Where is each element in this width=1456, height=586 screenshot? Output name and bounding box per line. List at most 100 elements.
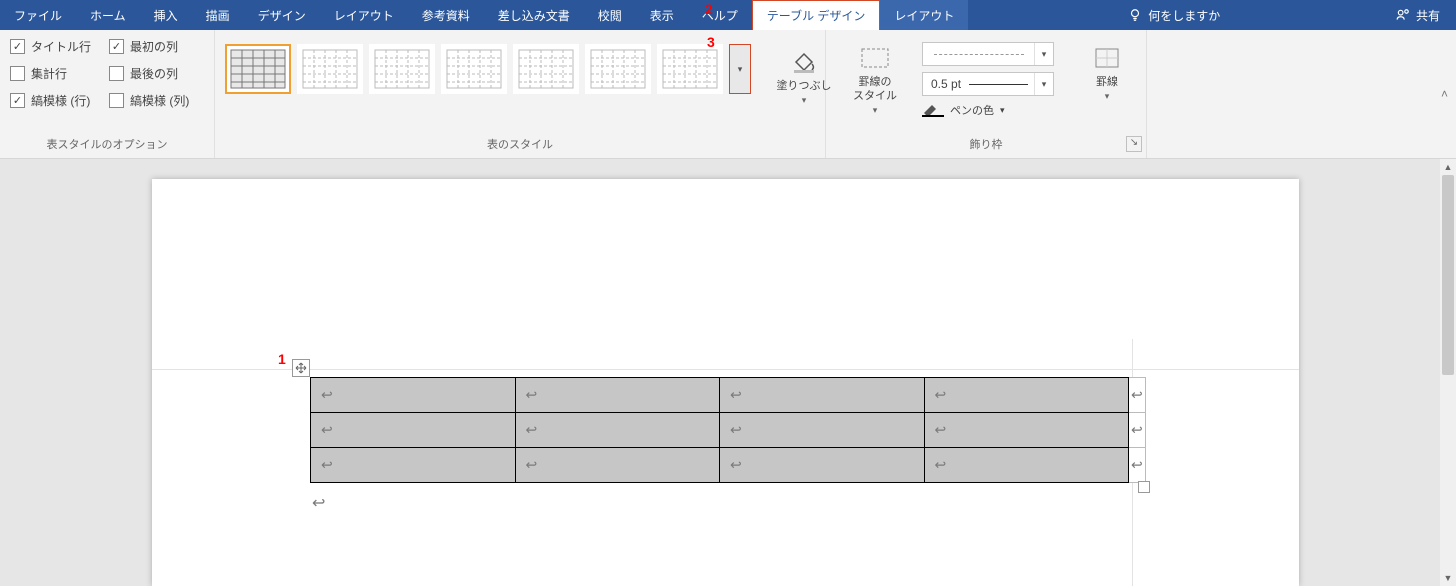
table-cell[interactable]: ↩ xyxy=(924,413,1129,448)
paragraph-mark-icon: ↩ xyxy=(312,493,325,513)
menu-references[interactable]: 参考資料 xyxy=(408,0,484,30)
chevron-down-icon: ▾ xyxy=(1000,105,1005,116)
cell-end-mark-icon: ↩ xyxy=(935,422,947,439)
table-cell[interactable]: ↩ xyxy=(311,413,516,448)
scroll-thumb[interactable] xyxy=(1442,175,1454,375)
table-cell[interactable]: ↩ xyxy=(924,378,1129,413)
menu-review[interactable]: 校閲 xyxy=(584,0,636,30)
table-row[interactable]: ↩ ↩ ↩ ↩ ↩ xyxy=(311,413,1146,448)
menu-insert[interactable]: 挿入 xyxy=(140,0,192,30)
chk-last-col-label: 最後の列 xyxy=(130,65,178,82)
chk-banded-cols[interactable]: 縞模様 (列) xyxy=(109,92,189,109)
line-style-preview xyxy=(934,54,1024,55)
border-line-style-select[interactable]: ▾ xyxy=(922,42,1054,66)
cell-end-mark-icon: ↩ xyxy=(526,457,538,474)
tell-me-search[interactable]: 何をしますか xyxy=(1112,0,1236,30)
row-end-mark: ↩ xyxy=(1129,378,1146,413)
cell-end-mark-icon: ↩ xyxy=(935,387,947,404)
table-row[interactable]: ↩ ↩ ↩ ↩ ↩ xyxy=(311,448,1146,483)
cell-end-mark-icon: ↩ xyxy=(321,422,333,439)
table-cell[interactable]: ↩ xyxy=(515,448,720,483)
menu-draw[interactable]: 描画 xyxy=(192,0,244,30)
border-width-select[interactable]: 0.5 pt ▾ xyxy=(922,72,1054,96)
menu-table-design[interactable]: テーブル デザイン xyxy=(752,0,881,30)
menu-design[interactable]: デザイン xyxy=(244,0,320,30)
pen-color-label: ペンの色 xyxy=(950,102,994,118)
chk-first-col[interactable]: 最初の列 xyxy=(109,38,189,55)
share-button[interactable]: 共有 xyxy=(1380,0,1456,30)
cell-end-mark-icon: ↩ xyxy=(526,387,538,404)
chevron-down-icon: ▾ xyxy=(1105,91,1110,102)
ribbon: タイトル行 集計行 縞模様 (行) 最初の列 最後の列 xyxy=(0,30,1456,159)
group-borders: 罫線の スタイル ▾ ▾ 0.5 pt ▾ xyxy=(826,30,1147,158)
borders-icon xyxy=(1094,44,1120,72)
menu-home[interactable]: ホーム xyxy=(76,0,140,30)
table-cell[interactable]: ↩ xyxy=(720,448,925,483)
table-style-thumb[interactable] xyxy=(657,44,723,94)
group-label-borders: 飾り枠 xyxy=(826,132,1146,158)
document-workspace: 1 ↩ ↩ ↩ ↩ ↩ ↩ ↩ ↩ ↩ ↩ ↩ ↩ ↩ xyxy=(0,159,1456,586)
table-move-handle[interactable] xyxy=(292,359,310,377)
dialog-launcher[interactable]: ↘ xyxy=(1126,136,1142,152)
table-style-thumb[interactable] xyxy=(441,44,507,94)
menu-view[interactable]: 表示 xyxy=(636,0,688,30)
gallery-more-button[interactable]: ▾ xyxy=(729,44,751,94)
table-style-thumb[interactable] xyxy=(513,44,579,94)
table-cell[interactable]: ↩ xyxy=(924,448,1129,483)
row-end-mark: ↩ xyxy=(1129,413,1146,448)
chk-total-row[interactable]: 集計行 xyxy=(10,65,91,82)
menu-table-layout[interactable]: レイアウト xyxy=(880,0,968,30)
pen-color-button[interactable]: ペンの色 ▾ xyxy=(922,102,1054,118)
document-page[interactable]: 1 ↩ ↩ ↩ ↩ ↩ ↩ ↩ ↩ ↩ ↩ ↩ ↩ ↩ xyxy=(152,179,1299,586)
chk-header-row[interactable]: タイトル行 xyxy=(10,38,91,55)
chk-first-col-label: 最初の列 xyxy=(130,38,178,55)
scroll-track[interactable] xyxy=(1440,175,1456,570)
shading-label: 塗りつぶし xyxy=(776,80,831,94)
menu-file[interactable]: ファイル xyxy=(0,0,76,30)
chk-last-col[interactable]: 最後の列 xyxy=(109,65,189,82)
chk-banded-rows[interactable]: 縞模様 (行) xyxy=(10,92,91,109)
table-cell[interactable]: ↩ xyxy=(515,378,720,413)
table-cell[interactable]: ↩ xyxy=(720,413,925,448)
vertical-scrollbar[interactable]: ▲ ▼ xyxy=(1440,159,1456,586)
table-style-thumb[interactable] xyxy=(369,44,435,94)
collapse-ribbon-button[interactable]: ˄ xyxy=(1441,87,1448,101)
chevron-down-icon: ▾ xyxy=(1034,43,1053,65)
table-row[interactable]: ↩ ↩ ↩ ↩ ↩ xyxy=(311,378,1146,413)
menu-help[interactable]: ヘルプ xyxy=(688,0,752,30)
document-table[interactable]: ↩ ↩ ↩ ↩ ↩ ↩ ↩ ↩ ↩ ↩ ↩ ↩ ↩ ↩ ↩ xyxy=(310,377,1146,483)
chevron-down-icon: ▾ xyxy=(802,95,807,106)
border-styles-label: 罫線の スタイル xyxy=(853,76,897,104)
borders-button[interactable]: 罫線 ▾ xyxy=(1068,40,1146,102)
checkbox-icon xyxy=(10,66,25,81)
table-style-thumb[interactable] xyxy=(585,44,651,94)
menu-layout[interactable]: レイアウト xyxy=(320,0,408,30)
table-cell[interactable]: ↩ xyxy=(311,378,516,413)
scroll-down-button[interactable]: ▼ xyxy=(1440,570,1456,586)
chk-banded-cols-label: 縞模様 (列) xyxy=(130,92,189,109)
checkbox-icon xyxy=(109,39,124,54)
share-icon xyxy=(1396,8,1410,22)
group-label-options: 表スタイルのオプション xyxy=(0,132,214,158)
cell-end-mark-icon: ↩ xyxy=(730,422,742,439)
row-end-mark: ↩ xyxy=(1129,448,1146,483)
group-table-style-options: タイトル行 集計行 縞模様 (行) 最初の列 最後の列 xyxy=(0,30,215,158)
cell-end-mark-icon: ↩ xyxy=(1131,457,1143,474)
table-style-thumb[interactable] xyxy=(297,44,363,94)
menu-spacer xyxy=(968,0,1112,30)
table-cell[interactable]: ↩ xyxy=(720,378,925,413)
border-style-icon xyxy=(860,44,890,72)
checkbox-icon xyxy=(10,93,25,108)
table-resize-handle[interactable] xyxy=(1138,481,1150,493)
table-style-thumb[interactable] xyxy=(225,44,291,94)
tell-me-placeholder: 何をしますか xyxy=(1148,7,1220,24)
cell-end-mark-icon: ↩ xyxy=(321,387,333,404)
menu-mailings[interactable]: 差し込み文書 xyxy=(484,0,584,30)
chk-total-row-label: 集計行 xyxy=(31,65,67,82)
chk-banded-rows-label: 縞模様 (行) xyxy=(31,92,90,109)
table-cell[interactable]: ↩ xyxy=(311,448,516,483)
table-cell[interactable]: ↩ xyxy=(515,413,720,448)
border-styles-button[interactable]: 罫線の スタイル ▾ xyxy=(836,40,914,116)
scroll-up-button[interactable]: ▲ xyxy=(1440,159,1456,175)
cell-end-mark-icon: ↩ xyxy=(321,457,333,474)
